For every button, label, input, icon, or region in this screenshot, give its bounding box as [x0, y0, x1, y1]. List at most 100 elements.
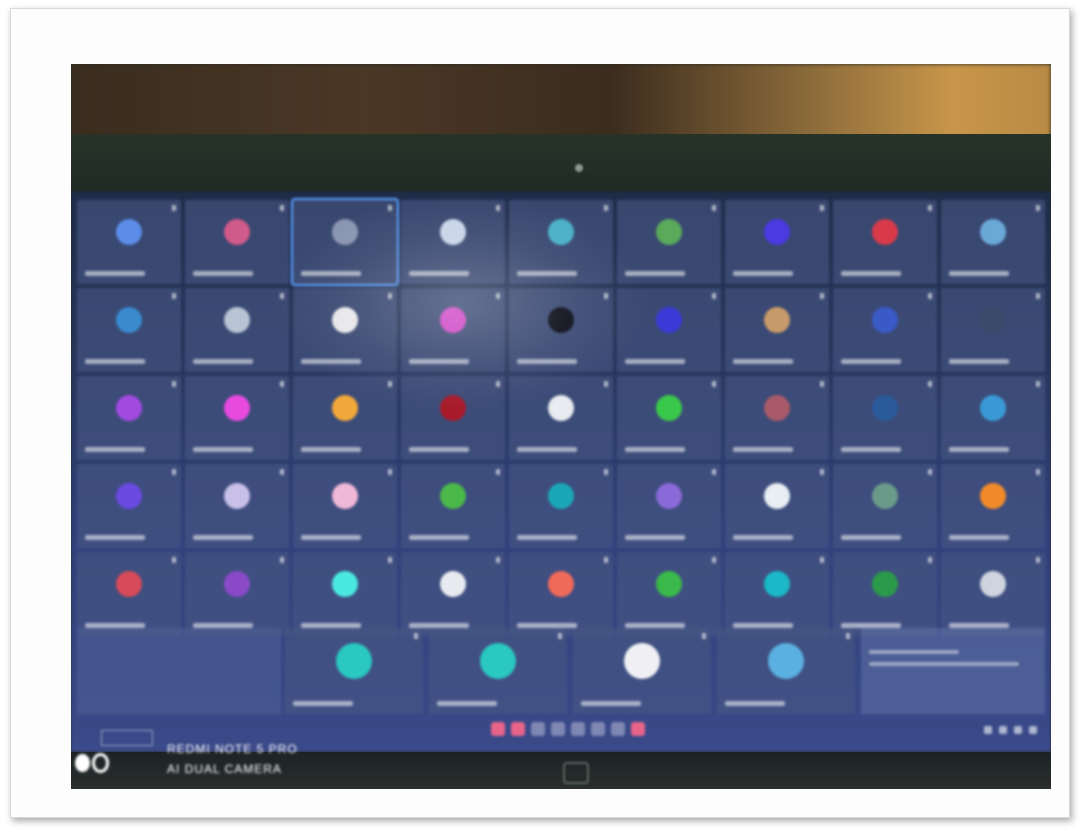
- participant-tile[interactable]: [509, 464, 613, 548]
- participant-tile[interactable]: [285, 628, 423, 714]
- participant-name-bar: [85, 271, 145, 276]
- avatar: [548, 218, 574, 245]
- participant-tile[interactable]: [401, 464, 505, 548]
- participant-tile[interactable]: [617, 464, 721, 548]
- avatar: [980, 218, 1006, 245]
- avatar: [656, 394, 682, 421]
- page-dot[interactable]: [591, 722, 605, 736]
- participant-tile[interactable]: [573, 628, 711, 714]
- participant-tile[interactable]: [77, 288, 181, 372]
- participant-tile[interactable]: [293, 464, 397, 548]
- participant-tile[interactable]: [617, 376, 721, 460]
- page-dot[interactable]: [531, 722, 545, 736]
- mic-icon: [712, 205, 716, 211]
- participant-tile[interactable]: [833, 376, 937, 460]
- avatar: [656, 570, 682, 597]
- participant-tile[interactable]: [185, 376, 289, 460]
- participant-tile[interactable]: [509, 376, 613, 460]
- mic-icon: [414, 633, 418, 639]
- avatar: [440, 394, 466, 421]
- mic-icon: [172, 205, 176, 211]
- participant-tile[interactable]: [429, 628, 567, 714]
- participant-tile[interactable]: [941, 376, 1045, 460]
- participant-tile[interactable]: [941, 200, 1045, 284]
- mic-icon: [820, 469, 824, 475]
- avatar: [548, 570, 574, 597]
- participant-tile[interactable]: [77, 464, 181, 548]
- participant-tile[interactable]: [185, 464, 289, 548]
- mic-icon: [702, 633, 706, 639]
- participant-tile[interactable]: [185, 288, 289, 372]
- avatar: [440, 482, 466, 509]
- participant-tile[interactable]: [293, 552, 397, 636]
- participant-tile[interactable]: [717, 628, 855, 714]
- participant-name-bar: [625, 359, 685, 364]
- participant-tile[interactable]: [401, 376, 505, 460]
- participant-tile[interactable]: [725, 200, 829, 284]
- participant-tile[interactable]: [941, 464, 1045, 548]
- participant-tile[interactable]: [833, 464, 937, 548]
- participant-tile[interactable]: [509, 288, 613, 372]
- avatar: [332, 306, 358, 333]
- participant-name-bar: [949, 359, 1009, 364]
- participant-tile[interactable]: [509, 200, 613, 284]
- participant-tile[interactable]: [617, 552, 721, 636]
- page-dot[interactable]: [611, 722, 625, 736]
- participant-tile[interactable]: [617, 200, 721, 284]
- participant-name-bar: [517, 359, 577, 364]
- page-dot[interactable]: [571, 722, 585, 736]
- page-dot[interactable]: [511, 722, 525, 736]
- mic-icon: [280, 469, 284, 475]
- participant-name-bar: [85, 535, 145, 540]
- participant-tile[interactable]: [509, 552, 613, 636]
- participant-tile[interactable]: [77, 552, 181, 636]
- participant-tile[interactable]: [833, 200, 937, 284]
- toolbar-icon[interactable]: [999, 726, 1007, 734]
- monitor-logo-icon: [563, 762, 589, 784]
- mic-icon: [1036, 381, 1040, 387]
- participant-tile[interactable]: [401, 288, 505, 372]
- participant-tile[interactable]: [725, 552, 829, 636]
- avatar: [224, 570, 250, 597]
- participant-tile[interactable]: [941, 288, 1045, 372]
- mic-icon: [172, 381, 176, 387]
- watermark-model: REDMI NOTE 5 PRO: [167, 742, 298, 756]
- mic-icon: [496, 557, 500, 563]
- participant-tile[interactable]: [725, 288, 829, 372]
- participant-tile[interactable]: [293, 376, 397, 460]
- avatar: [440, 218, 466, 245]
- avatar: [116, 482, 142, 509]
- participant-tile[interactable]: [77, 200, 181, 284]
- participant-tile[interactable]: [291, 198, 399, 286]
- toolbar-icon[interactable]: [984, 726, 992, 734]
- avatar: [224, 218, 250, 245]
- avatar: [872, 482, 898, 509]
- toolbar-icon[interactable]: [1029, 726, 1037, 734]
- participant-tile[interactable]: [833, 288, 937, 372]
- participant-tile[interactable]: [617, 288, 721, 372]
- toolbar-icon[interactable]: [1014, 726, 1022, 734]
- mic-icon: [388, 557, 392, 563]
- participant-tile[interactable]: [185, 552, 289, 636]
- participant-name-bar: [625, 535, 685, 540]
- mic-icon: [604, 557, 608, 563]
- mic-icon: [820, 381, 824, 387]
- page-dot[interactable]: [491, 722, 505, 736]
- participant-tile[interactable]: [293, 288, 397, 372]
- participant-tile[interactable]: [401, 552, 505, 636]
- participant-tile[interactable]: [833, 552, 937, 636]
- participant-tile[interactable]: [185, 200, 289, 284]
- participant-tile[interactable]: [401, 200, 505, 284]
- mic-icon: [388, 381, 392, 387]
- page-dot[interactable]: [551, 722, 565, 736]
- avatar: [116, 306, 142, 333]
- participant-tile[interactable]: [77, 376, 181, 460]
- mic-icon: [928, 293, 932, 299]
- avatar: [624, 642, 660, 679]
- participant-name-bar: [301, 359, 361, 364]
- avatar: [480, 642, 516, 679]
- page-dot[interactable]: [631, 722, 645, 736]
- participant-tile[interactable]: [725, 376, 829, 460]
- participant-tile[interactable]: [941, 552, 1045, 636]
- participant-tile[interactable]: [725, 464, 829, 548]
